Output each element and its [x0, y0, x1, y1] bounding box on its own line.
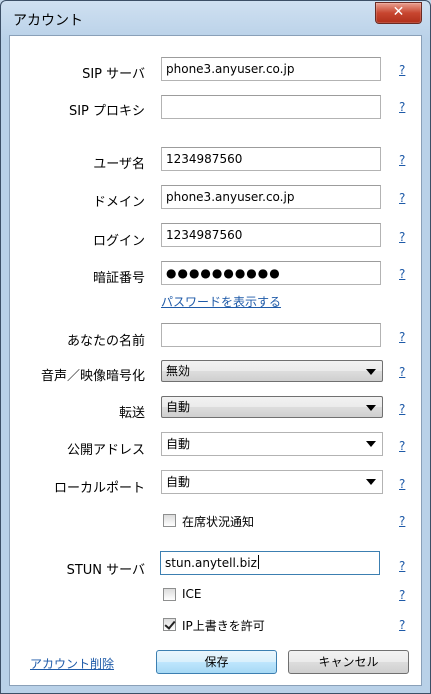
your-name-input[interactable]	[161, 323, 381, 347]
public-address-help-link[interactable]: ?	[399, 439, 405, 453]
save-button[interactable]: 保存	[156, 650, 277, 674]
public-address-value: 自動	[166, 437, 191, 451]
public-address-combo[interactable]: 自動	[161, 432, 383, 456]
transport-value: 自動	[166, 400, 191, 414]
sip-server-input[interactable]: phone3.anyuser.co.jp	[161, 57, 381, 81]
ice-help-link[interactable]: ?	[399, 588, 405, 602]
title-bar: アカウント ✕	[1, 1, 430, 35]
stun-server-label: STUN サーバ	[66, 563, 145, 578]
local-port-help-link[interactable]: ?	[399, 477, 405, 491]
show-password-link[interactable]: パスワードを表示する	[161, 293, 281, 310]
stun-server-value: stun.anytell.biz	[165, 556, 257, 570]
login-input[interactable]: 1234987560	[161, 223, 381, 247]
presence-label: 在席状況通知	[182, 515, 255, 529]
encryption-select[interactable]: 無効	[161, 360, 383, 382]
transport-label: 転送	[118, 406, 145, 421]
sip-server-help-link[interactable]: ?	[399, 63, 405, 77]
stun-server-input[interactable]: stun.anytell.biz	[160, 551, 380, 575]
chevron-down-icon	[366, 441, 376, 447]
login-help-link[interactable]: ?	[399, 230, 405, 244]
sip-proxy-help-link[interactable]: ?	[399, 100, 405, 114]
sip-server-label: SIP サーバ	[82, 67, 145, 82]
sip-proxy-input[interactable]	[161, 95, 381, 119]
encryption-help-link[interactable]: ?	[399, 365, 405, 379]
ice-checkbox[interactable]	[163, 588, 176, 601]
chevron-down-icon	[366, 405, 376, 411]
sip-proxy-label: SIP プロキシ	[68, 104, 145, 119]
public-address-label: 公開アドレス	[66, 443, 145, 458]
delete-account-link[interactable]: アカウント削除	[30, 655, 114, 672]
presence-help-link[interactable]: ?	[399, 514, 405, 528]
ip-rewrite-checkbox[interactable]	[163, 618, 176, 631]
local-port-label: ローカルポート	[53, 481, 145, 496]
account-form: SIP サーバ phone3.anyuser.co.jp ? SIP プロキシ …	[9, 35, 422, 686]
account-window: アカウント ✕ SIP サーバ phone3.anyuser.co.jp ? S…	[0, 0, 431, 694]
presence-checkbox[interactable]	[163, 514, 176, 527]
encryption-value: 無効	[166, 364, 191, 378]
login-label: ログイン	[92, 234, 145, 249]
stun-server-help-link[interactable]: ?	[399, 559, 405, 573]
local-port-value: 自動	[166, 475, 191, 489]
cancel-button[interactable]: キャンセル	[288, 650, 409, 674]
username-label: ユーザ名	[93, 157, 145, 172]
your-name-label: あなたの名前	[66, 334, 145, 349]
window-title: アカウント	[13, 13, 83, 29]
domain-label: ドメイン	[92, 195, 145, 210]
username-input[interactable]: 1234987560	[161, 147, 381, 171]
local-port-combo[interactable]: 自動	[161, 470, 383, 494]
username-help-link[interactable]: ?	[399, 153, 405, 167]
ip-rewrite-help-link[interactable]: ?	[399, 618, 405, 632]
text-caret	[257, 555, 259, 569]
close-icon[interactable]: ✕	[375, 2, 422, 24]
ip-rewrite-label: IP上書きを許可	[182, 619, 265, 633]
password-input[interactable]: ●●●●●●●●●●	[161, 261, 381, 285]
your-name-help-link[interactable]: ?	[399, 330, 405, 344]
transport-help-link[interactable]: ?	[399, 402, 405, 416]
password-label: 暗証番号	[92, 271, 145, 286]
domain-help-link[interactable]: ?	[399, 191, 405, 205]
domain-input[interactable]: phone3.anyuser.co.jp	[161, 185, 381, 209]
transport-select[interactable]: 自動	[161, 396, 383, 418]
password-help-link[interactable]: ?	[399, 267, 405, 281]
encryption-label: 音声／映像暗号化	[40, 369, 145, 384]
ice-label: ICE	[182, 587, 202, 601]
chevron-down-icon	[366, 369, 376, 375]
chevron-down-icon	[366, 479, 376, 485]
